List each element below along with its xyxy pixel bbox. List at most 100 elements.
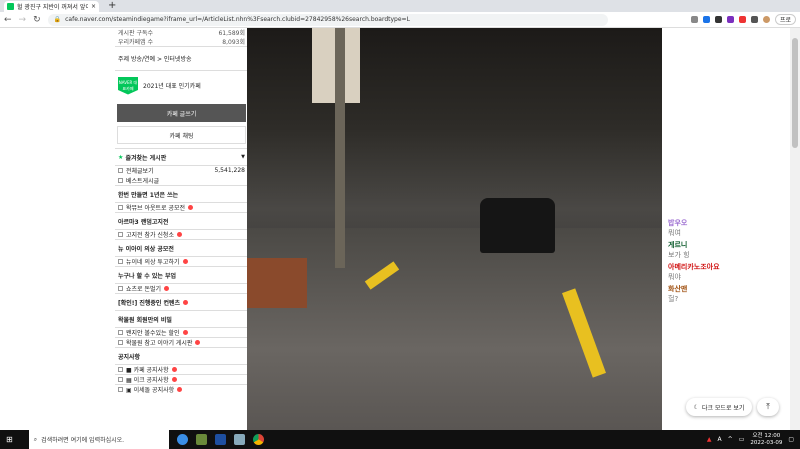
- minecraft-icon[interactable]: [195, 434, 207, 445]
- board-icon: [118, 387, 123, 392]
- scrollbar[interactable]: [790, 28, 800, 430]
- chevron-down-icon[interactable]: ▼: [241, 154, 245, 160]
- new-badge-icon: [182, 259, 188, 264]
- board-group-header[interactable]: 뉴 이아이 의상 공모전: [115, 239, 248, 256]
- notification-icon[interactable]: ▢: [788, 436, 794, 443]
- board-group-header[interactable]: 누구나 할 수 있는 부업: [115, 266, 248, 283]
- chat-text: 보가 힝: [668, 251, 690, 259]
- chat-message: 아메리카노조아요 뭐야: [668, 262, 790, 282]
- extension-icon[interactable]: [714, 16, 722, 23]
- board-item[interactable]: 고지전 참가 신청소: [115, 229, 248, 239]
- board-best[interactable]: 베스트게시글: [115, 175, 248, 185]
- new-badge-icon: [188, 205, 194, 210]
- edge-icon[interactable]: [176, 434, 188, 445]
- board-group-header[interactable]: 공지사항: [115, 347, 248, 364]
- board-label: 고지전 참가 신청소: [126, 232, 174, 239]
- write-post-button[interactable]: 카페 글쓰기: [117, 104, 246, 122]
- extension-icon[interactable]: [702, 16, 710, 23]
- board-group-header[interactable]: [확인!] 진행중인 컨텐츠: [115, 293, 248, 310]
- forward-icon[interactable]: →: [19, 15, 27, 25]
- scroll-top-button[interactable]: ⤒: [757, 398, 779, 416]
- browser-tab[interactable]: 헐 광진구 지반이 꺼져서 앞이 뜨 ×: [4, 1, 99, 12]
- cafe-topic[interactable]: 주제 방송/연예 > 인터넷방송: [115, 46, 248, 70]
- board-group-header[interactable]: 아르마3 랜덤고지전: [115, 212, 248, 229]
- cafe-chat-button[interactable]: 카페 채팅: [117, 126, 246, 144]
- board-item[interactable]: 뉴이네 의상 투고하기: [115, 256, 248, 266]
- dark-mode-button[interactable]: ☾ 다크 모드로 보기: [686, 398, 752, 416]
- alert-icon[interactable]: ▲: [707, 436, 712, 443]
- address-bar: ← → ↻ 🔒 cafe.naver.com/steamindiegame?ifr…: [0, 12, 800, 28]
- naver-badge: NAVER 대표카페: [118, 76, 138, 95]
- close-tab-icon[interactable]: ×: [91, 3, 96, 10]
- board-group-title: 한번 만들면 1년은 쓰는: [118, 191, 179, 199]
- extension-icon[interactable]: [690, 16, 698, 23]
- board-label: 왁물원 참고 이야기 게시판: [126, 340, 193, 347]
- board-item[interactable]: ▦ 이크 공지사항: [115, 374, 248, 384]
- extension-icon[interactable]: [738, 16, 746, 23]
- chat-nickname[interactable]: 화산맨: [668, 284, 790, 294]
- new-badge-icon: [195, 340, 201, 345]
- chat-nickname[interactable]: 아메리카노조아요: [668, 262, 790, 272]
- new-tab-button[interactable]: +: [108, 0, 116, 11]
- board-label: ▣ 이세돌 공지사항: [126, 387, 175, 394]
- search-placeholder: 검색하려면 여기에 입력하십시오.: [41, 437, 125, 444]
- article-photo[interactable]: [247, 28, 662, 430]
- stat-label: 게시판 구독수: [118, 30, 154, 37]
- board-icon: [118, 330, 123, 335]
- system-tray: ▲ A ^ ▭ 오전 12:00 2022-03-09 ▢: [707, 433, 800, 447]
- reload-icon[interactable]: ↻: [33, 15, 41, 25]
- stat-value: 8,093회: [222, 39, 245, 46]
- url-field[interactable]: 🔒 cafe.naver.com/steamindiegame?iframe_ur…: [47, 13, 608, 26]
- tab-bar: 헐 광진구 지반이 꺼져서 앞이 뜨 × +: [0, 0, 800, 12]
- taskbar: ⊞ ⌕ 검색하려면 여기에 입력하십시오. ▲ A ^ ▭ 오전 12:00 202…: [0, 430, 800, 449]
- board-icon: [118, 367, 123, 372]
- brick-wall: [247, 258, 307, 308]
- scrollbar-thumb[interactable]: [792, 38, 798, 148]
- app-icon[interactable]: [214, 434, 226, 445]
- chat-nickname[interactable]: 게르니: [668, 240, 790, 250]
- board-label: ■ 카페 공지사항: [126, 367, 169, 374]
- board-group-title: 공지사항: [118, 353, 141, 361]
- windows-start-icon[interactable]: ⊞: [6, 435, 13, 444]
- network-icon[interactable]: ▭: [739, 436, 745, 443]
- tab-title: 헐 광진구 지반이 꺼져서 앞이 뜨: [17, 4, 88, 11]
- board-icon: [118, 259, 123, 264]
- board-all[interactable]: 전체글보기 5,541,228: [115, 165, 248, 175]
- utility-pole: [335, 28, 345, 268]
- board-item[interactable]: ■ 카페 공지사항: [115, 364, 248, 374]
- avatar[interactable]: [762, 16, 770, 23]
- favorites-label: 즐겨찾는 게시판: [125, 154, 167, 162]
- board-group-title: 아르마3 랜덤고지전: [118, 218, 169, 226]
- chat-message: 화산맨 헐?: [668, 284, 790, 304]
- new-badge-icon: [182, 330, 188, 335]
- back-icon[interactable]: ←: [4, 15, 12, 25]
- board-item[interactable]: 왁물원 참고 이야기 게시판: [115, 337, 248, 347]
- cafe-sidebar: 게시판 구독수 61,589회 우리카페앱 수 8,093회 주제 방송/연예 > …: [115, 28, 248, 430]
- extensions-puzzle-icon[interactable]: [750, 16, 758, 23]
- chat-text: 헐?: [668, 295, 679, 303]
- board-item[interactable]: 왁뮤브 아웃트로 공모전: [115, 202, 248, 212]
- ime-indicator[interactable]: A: [718, 436, 722, 443]
- board-label: 전체글보기: [126, 168, 154, 175]
- board-group-header[interactable]: 한번 만들면 1년은 쓰는: [115, 185, 248, 202]
- naver-cafe-favicon: [7, 3, 14, 10]
- chrome-icon[interactable]: [252, 434, 264, 445]
- taskbar-search[interactable]: ⌕ 검색하려면 여기에 입력하십시오.: [28, 430, 169, 449]
- board-label: 왁뮤브 아웃트로 공모전: [126, 205, 186, 212]
- chevron-up-icon[interactable]: ^: [728, 436, 733, 443]
- board-group-header[interactable]: 왁물원 회원만의 비밀: [115, 310, 248, 327]
- clock[interactable]: 오전 12:00 2022-03-09: [750, 433, 782, 447]
- chat-nickname[interactable]: 밥우오: [668, 218, 790, 228]
- new-badge-icon: [164, 286, 170, 291]
- favorites-header[interactable]: ★ 즐겨찾는 게시판 ▼: [115, 148, 248, 165]
- chat-text: 뭐여: [668, 229, 681, 237]
- board-item[interactable]: 왠지안 볼수있는 할인: [115, 327, 248, 337]
- app-icon[interactable]: [233, 434, 245, 445]
- extension-icon[interactable]: [726, 16, 734, 23]
- board-item[interactable]: ▣ 이세돌 공지사항: [115, 384, 248, 394]
- star-icon: ★: [118, 153, 124, 161]
- new-badge-icon: [171, 367, 177, 372]
- car: [480, 198, 555, 253]
- profile-button[interactable]: 프로: [774, 14, 796, 25]
- board-item[interactable]: 쇼츠로 돈벌기: [115, 283, 248, 293]
